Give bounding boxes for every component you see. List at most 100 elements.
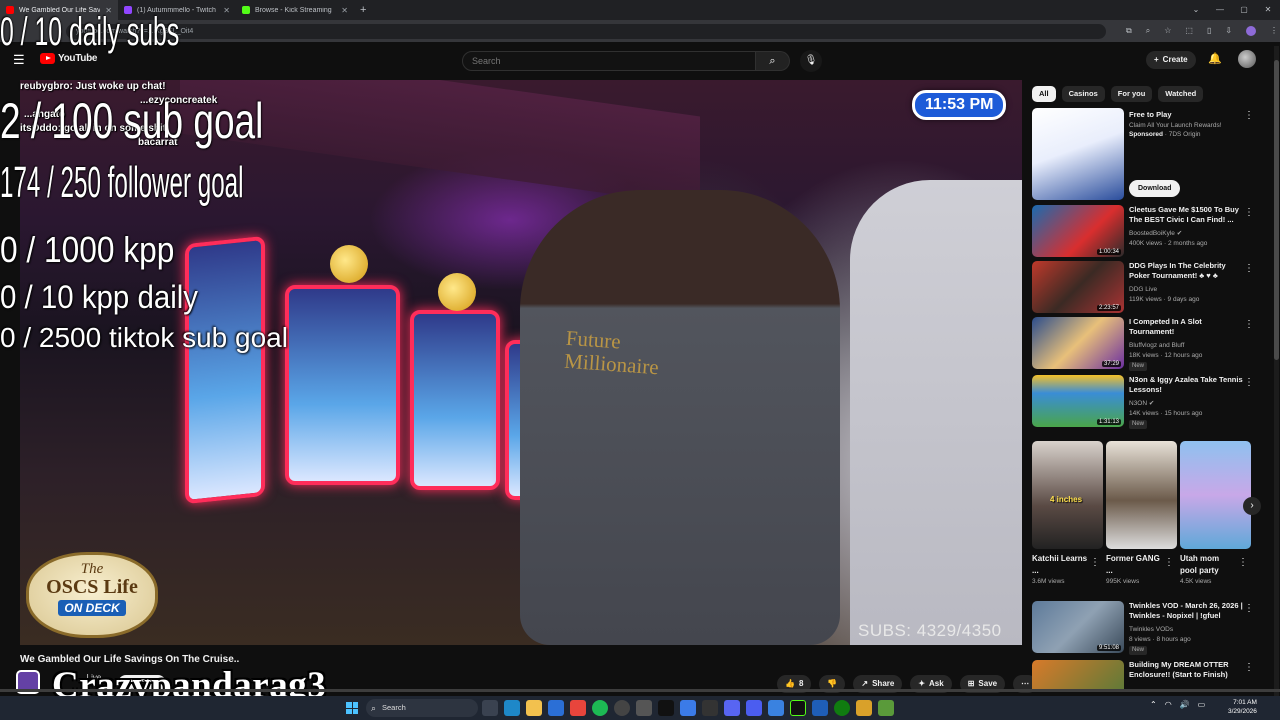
file-explorer-icon[interactable]	[526, 700, 542, 716]
url-field[interactable]: youtube.com/watch?v=...iXgBFL_Oit4	[66, 23, 1106, 39]
spotify-icon[interactable]	[592, 700, 608, 716]
channel-name[interactable]: Bluffvlogz and Bluff	[1129, 341, 1184, 350]
volume-icon[interactable]: 🔊	[1180, 700, 1190, 709]
search-input[interactable]	[462, 51, 756, 71]
task-view-icon[interactable]	[482, 700, 498, 716]
maximize-icon[interactable]: ▢	[1232, 0, 1256, 20]
more-options-icon[interactable]: ⋮	[1238, 557, 1248, 568]
shorts-next-arrow-icon[interactable]: ›	[1243, 497, 1261, 515]
scrollbar-thumb[interactable]	[1274, 60, 1279, 360]
recommended-video[interactable]: 2:23:57 DDG Plays In The Celebrity Poker…	[1032, 261, 1270, 313]
chip-watched[interactable]: Watched	[1158, 86, 1204, 102]
browser-menu-icon[interactable]: ⋮	[1270, 26, 1278, 36]
wifi-icon[interactable]: ◠	[1165, 700, 1172, 709]
video-progress-bar[interactable]	[0, 689, 1280, 692]
more-options-icon[interactable]: ⋮	[1244, 662, 1254, 673]
short-thumbnail[interactable]	[1180, 441, 1251, 549]
recommended-video[interactable]: 1:31:13 N3on & Iggy Azalea Take Tennis L…	[1032, 375, 1270, 429]
taskbar-clock[interactable]: 7:01 AM 3/29/2026	[1228, 698, 1257, 716]
taskbar-search[interactable]: Search	[366, 699, 478, 717]
more-options-icon[interactable]: ⋮	[1244, 207, 1254, 218]
obs-icon[interactable]	[614, 700, 630, 716]
app-icon[interactable]	[812, 700, 828, 716]
minecraft-icon[interactable]	[878, 700, 894, 716]
tiktok-icon[interactable]	[658, 700, 674, 716]
video-thumbnail[interactable]	[1032, 660, 1124, 690]
sidebar-icon[interactable]: ▯	[1207, 26, 1211, 36]
search-button[interactable]: ⌕	[756, 51, 790, 71]
close-tab-icon[interactable]: ✕	[223, 6, 230, 15]
video-title[interactable]: Twinkles VOD - March 26, 2026 | Twinkles…	[1129, 601, 1244, 621]
short-title[interactable]: Utah mom pool party	[1180, 553, 1238, 577]
more-options-icon[interactable]: ⋮	[1164, 557, 1174, 568]
tray-chevron-icon[interactable]: ⌃	[1150, 700, 1157, 709]
more-options-icon[interactable]: ⋮	[1244, 263, 1254, 274]
short-thumbnail[interactable]: 4 inches	[1032, 441, 1103, 549]
new-tab-button[interactable]: +	[354, 4, 372, 16]
chip-for-you[interactable]: For you	[1110, 86, 1153, 102]
channel-name[interactable]: DDG Live	[1129, 285, 1157, 294]
video-title[interactable]: DDG Plays In The Celebrity Poker Tournam…	[1129, 261, 1244, 281]
ad-title[interactable]: Free to Play	[1129, 110, 1244, 120]
store-icon[interactable]	[548, 700, 564, 716]
edge-icon[interactable]	[504, 700, 520, 716]
short-thumbnail[interactable]	[1106, 441, 1177, 549]
channel-name[interactable]: BoostedBoiKyle ✔	[1129, 229, 1182, 238]
tab-search-icon[interactable]: ⌄	[1184, 0, 1208, 20]
app-icon[interactable]	[746, 700, 762, 716]
voice-search-button[interactable]: 🎙	[800, 50, 822, 72]
app-icon[interactable]	[680, 700, 696, 716]
battery-icon[interactable]: ▭	[1198, 700, 1206, 709]
extensions-icon[interactable]: ⬚	[1185, 26, 1193, 36]
xbox-icon[interactable]	[834, 700, 850, 716]
short-title[interactable]: Former GANG ...	[1106, 553, 1164, 577]
chip-all[interactable]: All	[1032, 86, 1056, 102]
short-title[interactable]: Katchii Learns ...	[1032, 553, 1090, 577]
short-card[interactable]: Former GANG ... 995K views ⋮	[1106, 441, 1177, 585]
close-tab-icon[interactable]: ✕	[341, 6, 348, 15]
channel-name[interactable]: Twinkles VODs	[1129, 625, 1173, 634]
recommended-video[interactable]: Building My DREAM OTTER Enclosure!! (Sta…	[1032, 660, 1270, 690]
video-thumbnail[interactable]: 1:00:34	[1032, 205, 1124, 257]
recommended-video[interactable]: 9:51:08 Twinkles VOD - March 26, 2026 | …	[1032, 601, 1270, 655]
zoom-icon[interactable]: ⌕	[1146, 26, 1150, 36]
video-title[interactable]: Building My DREAM OTTER Enclosure!! (Sta…	[1129, 660, 1244, 680]
capcut-icon[interactable]	[702, 700, 718, 716]
chrome-icon[interactable]	[570, 700, 586, 716]
kick-icon[interactable]	[790, 700, 806, 716]
download-button[interactable]: Download	[1129, 180, 1181, 197]
more-options-icon[interactable]: ⋮	[1244, 319, 1254, 330]
more-options-icon[interactable]: ⋮	[1090, 557, 1100, 568]
account-avatar[interactable]	[1238, 50, 1256, 68]
create-button[interactable]: + Create	[1146, 51, 1196, 69]
more-options-icon[interactable]: ⋮	[1244, 110, 1254, 121]
more-options-icon[interactable]: ⋮	[1244, 603, 1254, 614]
video-title[interactable]: I Competed In A Slot Tournament!	[1129, 317, 1244, 337]
discord-icon[interactable]	[724, 700, 740, 716]
browser-profile-icon[interactable]	[1246, 26, 1257, 36]
video-title[interactable]: N3on & Iggy Azalea Take Tennis Lessons!	[1129, 375, 1244, 395]
ad-thumbnail[interactable]	[1032, 108, 1124, 200]
explorer-icon[interactable]	[768, 700, 784, 716]
recommended-video[interactable]: 37:29 I Competed In A Slot Tournament! B…	[1032, 317, 1270, 371]
calculator-icon[interactable]	[636, 700, 652, 716]
close-window-icon[interactable]: ✕	[1256, 0, 1280, 20]
short-card[interactable]: Utah mom pool party 4.5K views ⋮	[1180, 441, 1251, 585]
video-thumbnail[interactable]: 37:29	[1032, 317, 1124, 369]
bookmark-star-icon[interactable]: ☆	[1164, 26, 1171, 36]
install-icon[interactable]: ⧉	[1126, 26, 1132, 36]
chip-casinos[interactable]: Casinos	[1061, 86, 1105, 102]
recommended-video[interactable]: 1:00:34 Cleetus Gave Me $1500 To Buy The…	[1032, 205, 1270, 257]
channel-name[interactable]: N3ON ✔	[1129, 399, 1154, 408]
notifications-bell-icon[interactable]: 🔔	[1208, 52, 1222, 65]
app-icon[interactable]	[856, 700, 872, 716]
video-thumbnail[interactable]: 9:51:08	[1032, 601, 1124, 653]
video-thumbnail[interactable]: 2:23:57	[1032, 261, 1124, 313]
page-scrollbar[interactable]	[1274, 46, 1279, 696]
downloads-icon[interactable]: ⇩	[1225, 26, 1232, 36]
video-title[interactable]: Cleetus Gave Me $1500 To Buy The BEST Ci…	[1129, 205, 1244, 225]
video-thumbnail[interactable]: 1:31:13	[1032, 375, 1124, 427]
more-options-icon[interactable]: ⋮	[1244, 377, 1254, 388]
short-card[interactable]: 4 inches Katchii Learns ... 3.6M views ⋮	[1032, 441, 1103, 585]
sponsored-ad[interactable]: Free to Play Claim All Your Launch Rewar…	[1032, 108, 1270, 200]
